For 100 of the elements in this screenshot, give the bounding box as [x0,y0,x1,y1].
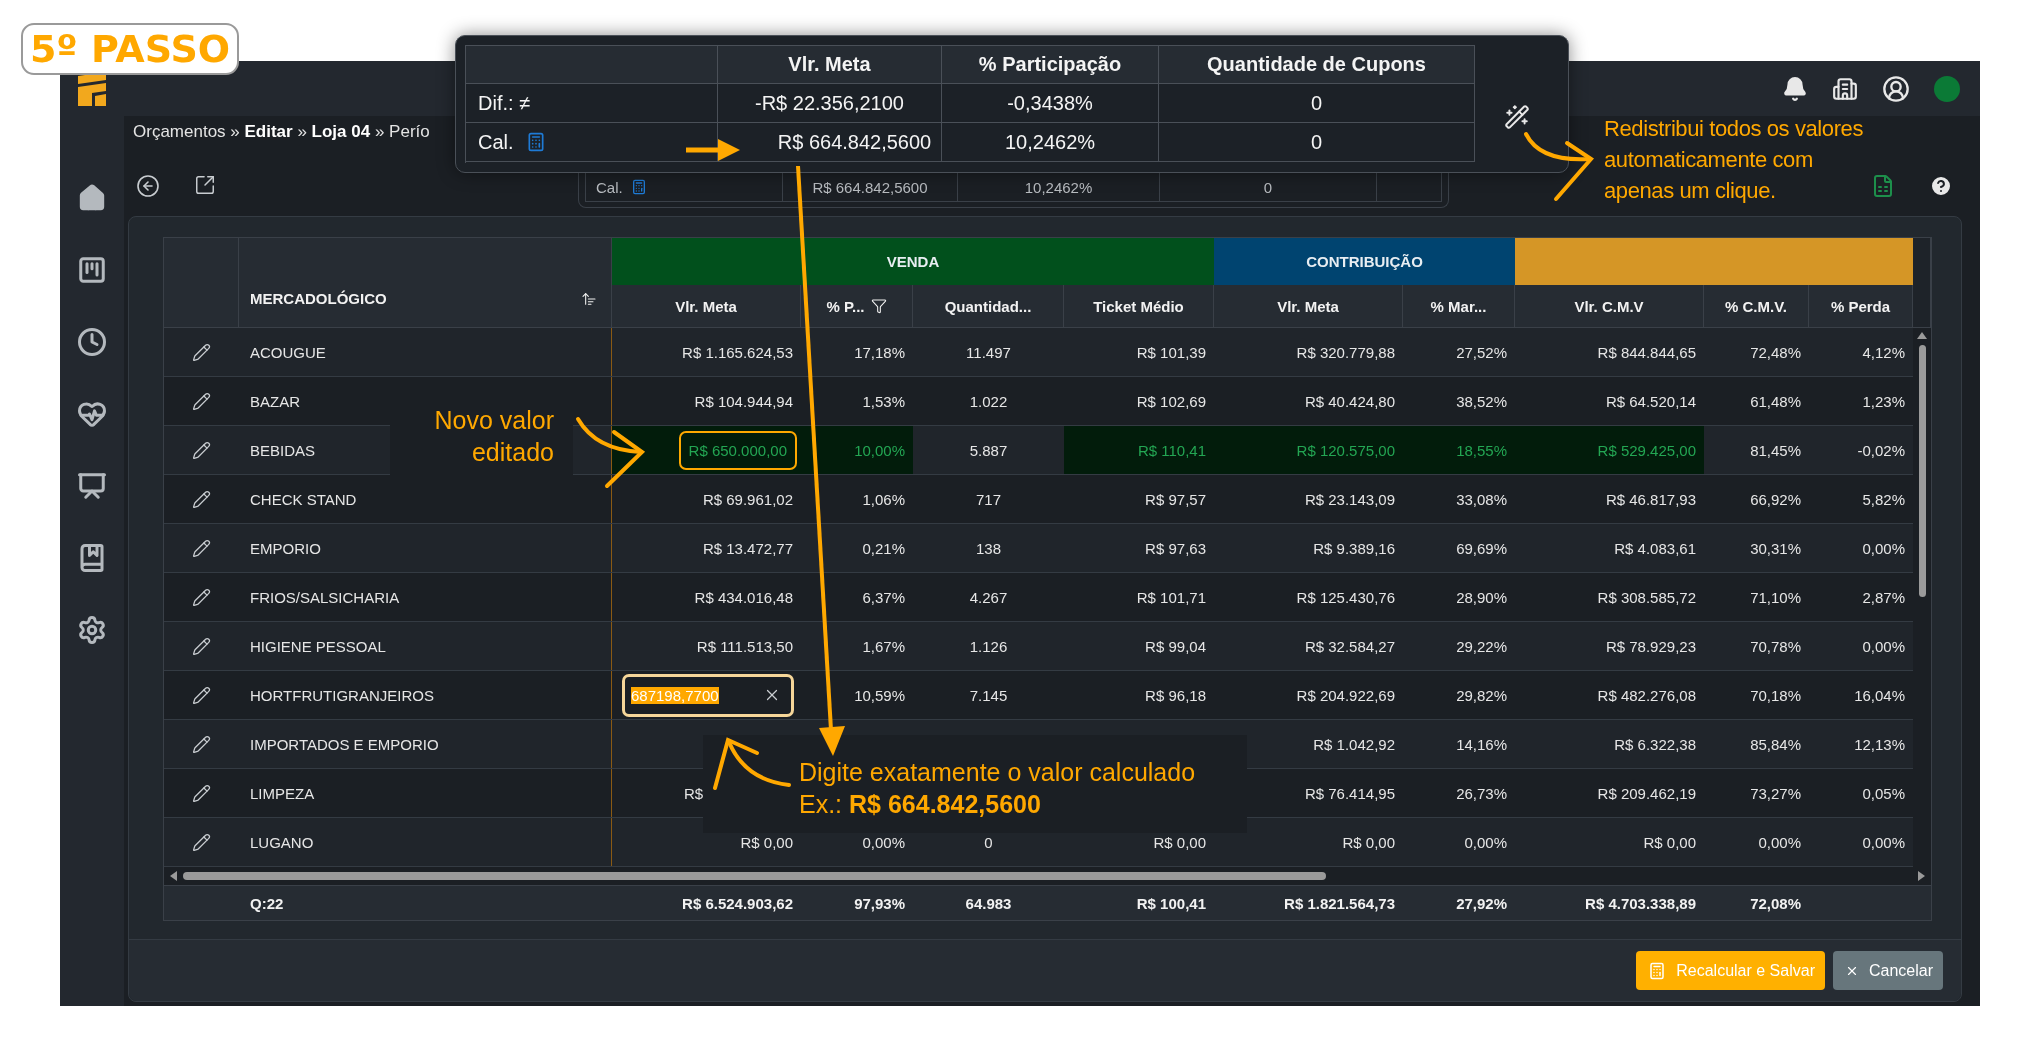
edit-icon[interactable] [192,734,211,754]
table-cell-text: 12,13% [1853,734,1906,755]
table-cell-text: 717 [975,489,1002,510]
table-cell-text: R$ 101,71 [1135,587,1207,608]
annotation-text: Redistribui todos os valores automaticamente com apenas um clique. [1604,115,1864,205]
table-cell-text: R$ 482.276,08 [1596,685,1697,706]
home-icon[interactable] [77,183,107,213]
total-cell-text: R$ 1.821.564,73 [1283,893,1396,914]
table-cell: -0,3438% [942,84,1159,123]
calculator-icon [1648,961,1667,980]
table-cell-text: 0,21% [861,538,906,559]
edit-icon[interactable] [192,342,211,362]
table-cell-text: 69,69% [1455,538,1508,559]
help-icon[interactable] [1929,174,1953,198]
table-cell-text: R$ 204.922,69 [1295,685,1396,706]
total-cell-text: 64.983 [964,893,1013,914]
scroll-thumb[interactable] [1918,345,1926,597]
edit-icon[interactable] [192,832,211,852]
edit-icon[interactable] [192,587,211,607]
annotation-text: Digite exatamente o valor calculado Ex.: R$ 664.842,5600 [703,735,1247,833]
table-cell-text: 66,92% [1749,489,1802,510]
calculator-icon [630,179,647,195]
table-cell-text: R$ 308.585,72 [1596,587,1697,608]
table-cell-text: 73,27% [1749,783,1802,804]
breadcrumb: Orçamentos » Editar » Loja 04 » Perío [132,121,430,143]
table-cell-text: 81,45% [1749,440,1802,461]
user-icon[interactable] [1882,74,1910,103]
table-cell-text: R$ 96,18 [1144,685,1207,706]
table-cell-text: R$ [683,783,705,804]
table-cell-text: 4.267 [968,587,1009,608]
cancel-button[interactable]: Cancelar [1832,951,1943,990]
table-cell-text: R$ 102,69 [1135,391,1207,412]
table-cell: LIMPEZA [239,769,612,817]
table-cell-text: 70,78% [1749,636,1802,657]
scroll-right-icon[interactable] [1918,871,1925,881]
total-cell-text: 27,92% [1455,893,1508,914]
total-cell-text: R$ 4.703.338,89 [1584,893,1697,914]
edit-icon[interactable] [192,685,211,705]
table-cell-text: 71,10% [1749,587,1802,608]
table-cell-text: R$ 6.322,38 [1613,734,1697,755]
table-cell-text: R$ 40.424,80 [1303,391,1396,412]
table-cell-text: R$ 101,39 [1135,342,1207,363]
settings-icon[interactable] [77,615,107,645]
table-cell-text: R$ 0,00 [739,832,794,853]
group-header: CONTRIBUIÇÃO [1214,238,1515,285]
spreadsheet-icon[interactable] [1871,174,1895,198]
table-cell: ACOUGUE [239,328,612,376]
table-cell-text: R$ 844.844,65 [1596,342,1697,363]
table-cell-text: 6,37% [861,587,906,608]
table-cell-text: R$ 23.143,09 [1303,489,1396,510]
edit-icon[interactable] [192,391,211,411]
table-cell: FRIOS/SALSICHARIA [239,573,612,621]
kanban-icon[interactable] [77,255,107,285]
scrollbar[interactable] [1913,328,1931,867]
clock-icon[interactable] [77,327,107,357]
filter-icon[interactable] [870,298,887,314]
table-cell: LUGANO [239,818,612,866]
table-cell-text: 33,08% [1455,489,1508,510]
back-icon[interactable] [136,174,160,198]
scroll-thumb[interactable] [183,872,1326,880]
group-header: VENDA [612,238,1214,285]
presentation-icon[interactable] [77,471,107,501]
table-cell-text: 16,04% [1853,685,1906,706]
status-dot [1934,75,1960,102]
scroll-left-icon[interactable] [170,871,177,881]
table-cell-text: R$ 4.083,61 [1613,538,1697,559]
building-icon[interactable] [1832,75,1858,102]
table-cell-text: 85,84% [1749,734,1802,755]
edit-icon[interactable] [192,489,211,509]
table-cell-text: R$ 1.042,92 [1312,734,1396,755]
sort-icon[interactable] [581,291,597,307]
table-cell-text: R$ 9.389,16 [1312,538,1396,559]
table-cell-text: R$ 97,63 [1144,538,1207,559]
table-cell-text: 10,59% [853,685,906,706]
table-cell-text: 17,18% [853,342,906,363]
table-cell: 18,55% [1403,426,1515,474]
pointer-arrow [686,139,740,161]
table-cell-text: 28,90% [1455,587,1508,608]
table-cell-text: 30,31% [1749,538,1802,559]
table-cell-text: R$ 209.462,19 [1596,783,1697,804]
edit-icon[interactable] [192,636,211,656]
heart-pulse-icon[interactable] [77,399,107,429]
table-cell-text: 72,48% [1749,342,1802,363]
table-cell-text: R$ 111.513,50 [695,636,794,657]
table-cell-text: 1,53% [861,391,906,412]
table-cell-text: R$ 125.430,76 [1295,587,1396,608]
table-cell-text: 0 [983,832,994,853]
magic-wand-icon[interactable] [1504,104,1530,130]
edit-icon[interactable] [192,440,211,460]
table-cell-text: 0,05% [1861,783,1906,804]
table-cell-text: R$ 64.520,14 [1604,391,1697,412]
edit-icon[interactable] [192,783,211,803]
scrollbar[interactable] [164,867,1931,885]
table-cell: IMPORTADOS E EMPORIO [239,720,612,768]
edit-icon[interactable] [192,538,211,558]
table-cell: 0 [1159,123,1475,162]
row-label: Cal. [466,123,718,162]
scroll-up-icon[interactable] [1917,332,1927,339]
export-icon[interactable] [194,174,216,196]
bell-icon[interactable] [1782,75,1808,102]
